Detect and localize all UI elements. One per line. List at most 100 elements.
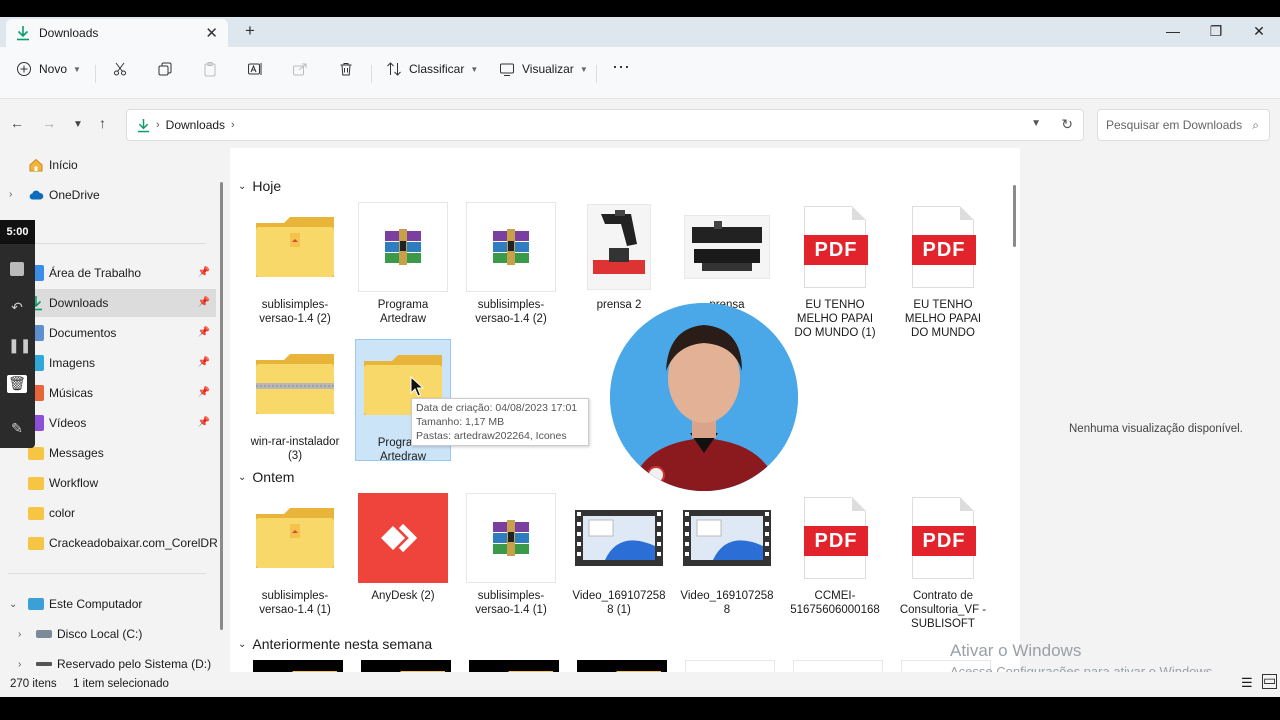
file-item[interactable] [250, 660, 346, 672]
tiles-view-icon[interactable]: ▭ [1262, 673, 1277, 689]
cut-button[interactable] [112, 61, 128, 77]
file-tooltip: Data de criação: 04/08/2023 17:01 Tamanh… [411, 398, 589, 446]
sidebar-item-this-pc[interactable]: Este Computador [28, 590, 222, 618]
sidebar-item-color[interactable]: color [28, 499, 222, 527]
file-item[interactable]: sublisimples-versao-1.4 (1) [247, 493, 343, 617]
file-item[interactable]: sublisimples-versao-1.4 (1) [463, 493, 559, 617]
pin-icon[interactable]: 📌 [198, 387, 210, 398]
refresh-icon[interactable]: ↻ [1061, 116, 1073, 133]
share-button[interactable] [292, 61, 308, 77]
expand-chevron-icon[interactable]: › [18, 629, 21, 640]
pin-icon[interactable]: 📌 [198, 417, 210, 428]
pin-icon[interactable]: 📌 [198, 357, 210, 368]
paste-button[interactable] [202, 61, 218, 77]
pause-icon[interactable]: ❚❚ [8, 337, 31, 355]
file-name: Video_1691072588 (1) [572, 590, 666, 616]
recent-locations-chevron-icon[interactable]: ▼ [73, 119, 83, 130]
file-item[interactable]: Video_1691072588 (1) [571, 493, 667, 617]
file-item[interactable]: win-rar-instalador (3) [247, 339, 343, 463]
sidebar-item-disk-c[interactable]: Disco Local (C:) [36, 620, 222, 648]
sidebar-item-onedrive[interactable]: OneDrive [28, 181, 222, 209]
download-icon [17, 26, 29, 41]
group-header-today[interactable]: ⌄ Hoje [238, 178, 281, 194]
breadcrumb-chevron-icon[interactable]: › [231, 119, 235, 131]
search-input[interactable]: Pesquisar em Downloads ⌕ [1097, 109, 1270, 141]
sidebar-item-downloads[interactable]: Downloads 📌 [28, 289, 216, 317]
file-item[interactable]: PDF Contrato de Consultoria_VF - SUBLISO… [895, 493, 991, 631]
expand-chevron-icon[interactable]: › [18, 659, 21, 670]
rename-button[interactable] [247, 61, 263, 77]
tooltip-size: Tamanho: 1,17 MB [416, 416, 505, 428]
new-button[interactable]: Novo ▼ [16, 61, 81, 77]
new-tab-icon[interactable]: + [245, 21, 255, 41]
breadcrumb-downloads[interactable]: Downloads [166, 118, 225, 132]
file-item[interactable] [358, 660, 454, 672]
file-item[interactable]: AnyDesk (2) [355, 493, 451, 603]
tab-downloads[interactable]: Downloads ✕ [6, 19, 228, 47]
forward-arrow-icon[interactable]: → [42, 115, 56, 131]
monitor-icon [500, 63, 514, 76]
file-item[interactable] [790, 660, 886, 672]
sidebar-item-pictures[interactable]: Imagens 📌 [28, 349, 216, 377]
search-icon[interactable]: ⌕ [1252, 118, 1259, 133]
sidebar-item-music[interactable]: Músicas 📌 [28, 379, 216, 407]
sidebar-item-documents[interactable]: Documentos 📌 [28, 319, 216, 347]
sidebar-item-crackeadobaixar[interactable]: Crackeadobaixar.com_CorelDRAW [28, 529, 218, 557]
scissors-icon [114, 62, 126, 76]
file-item[interactable]: Video_1691072588 [679, 493, 775, 617]
close-tab-icon[interactable]: ✕ [205, 24, 218, 42]
sidebar-item-messages[interactable]: Messages [28, 439, 222, 467]
file-item[interactable] [574, 660, 670, 672]
sidebar-item-disk-d[interactable]: Reservado pelo Sistema (D:) [36, 650, 222, 672]
file-item[interactable]: prensa [679, 202, 775, 312]
close-window-icon[interactable]: ✕ [1236, 19, 1280, 43]
more-options-icon[interactable]: ··· [612, 56, 630, 77]
collapse-chevron-icon[interactable]: ⌄ [238, 472, 246, 483]
collapse-chevron-icon[interactable]: ⌄ [9, 599, 17, 610]
pin-icon[interactable]: 📌 [198, 267, 210, 278]
file-item[interactable] [466, 660, 562, 672]
sidebar-item-desktop[interactable]: Área de Trabalho 📌 [28, 259, 216, 287]
sidebar-item-home[interactable]: Início [28, 151, 222, 179]
file-item[interactable]: sublisimples-versao-1.4 (2) [247, 202, 343, 326]
trash-icon[interactable]: 🗑 [7, 375, 27, 393]
restore-icon[interactable]: ❐ [1193, 19, 1239, 43]
up-arrow-icon[interactable]: ↑ [99, 115, 106, 131]
collapse-chevron-icon[interactable]: ⌄ [238, 181, 246, 192]
file-item[interactable]: PDF EU TENHO MELHO PAPAI DO MUNDO [895, 202, 991, 340]
file-item[interactable]: PDF EU TENHO MELHO PAPAI DO MUNDO (1) [787, 202, 883, 340]
file-item[interactable] [682, 660, 778, 672]
stop-icon[interactable] [8, 262, 26, 280]
expand-chevron-icon[interactable]: › [9, 189, 12, 200]
computer-icon [28, 598, 44, 610]
group-header-yesterday[interactable]: ⌄ Ontem [238, 469, 294, 485]
divider [371, 65, 372, 83]
sidebar-scrollbar[interactable] [220, 182, 223, 630]
copy-button[interactable] [157, 61, 173, 77]
view-button[interactable]: Visualizar ▼ [499, 61, 588, 77]
file-item[interactable]: Programa Artedraw [355, 202, 451, 326]
back-arrow-icon[interactable]: ← [10, 115, 24, 131]
minimize-icon[interactable]: — [1150, 19, 1196, 43]
file-item[interactable]: prensa 2 [571, 202, 667, 312]
view-label: Visualizar [522, 62, 574, 76]
pen-icon[interactable]: ✎ [8, 420, 26, 438]
pin-icon[interactable]: 📌 [198, 327, 210, 338]
sidebar-item-workflow[interactable]: Workflow [28, 469, 222, 497]
trash-icon [340, 63, 352, 76]
content-scrollbar[interactable] [1013, 185, 1016, 247]
file-name: sublisimples-versao-1.4 (2) [475, 299, 547, 325]
group-header-earlier-this-week[interactable]: ⌄ Anteriormente nesta semana [238, 636, 432, 652]
mouse-cursor-icon [410, 376, 424, 397]
details-view-icon[interactable]: ☰ [1241, 675, 1253, 691]
delete-button[interactable] [338, 61, 354, 77]
file-item[interactable]: sublisimples-versao-1.4 (2) [463, 202, 559, 326]
collapse-chevron-icon[interactable]: ⌄ [238, 639, 246, 650]
address-dropdown-icon[interactable]: ▼ [1031, 118, 1041, 129]
pin-icon[interactable]: 📌 [198, 297, 210, 308]
sidebar-item-videos[interactable]: Vídeos 📌 [28, 409, 216, 437]
file-item[interactable]: PDF CCMEI-51675606000168 [787, 493, 883, 617]
address-bar[interactable]: › Downloads › ▼ ↻ [126, 109, 1084, 141]
sort-button[interactable]: Classificar ▼ [386, 61, 478, 77]
undo-icon[interactable]: ↶ [8, 299, 26, 317]
